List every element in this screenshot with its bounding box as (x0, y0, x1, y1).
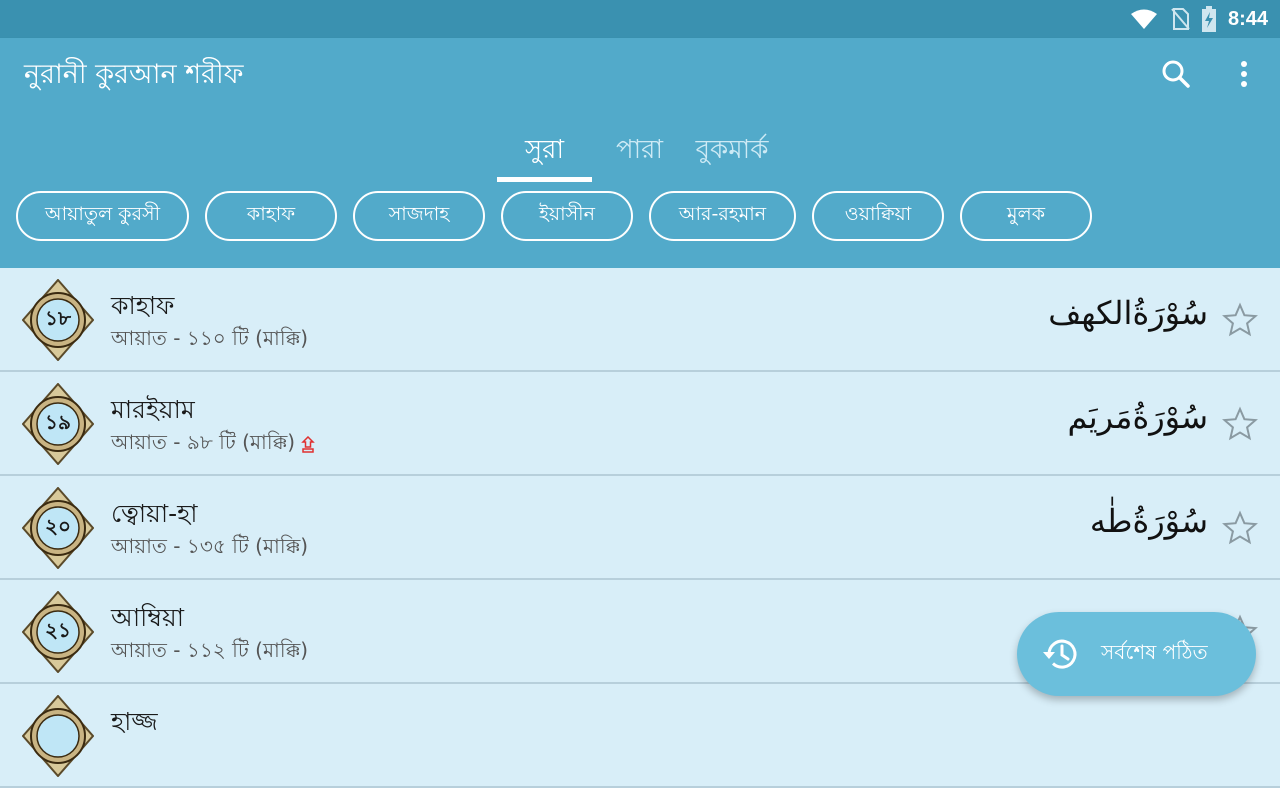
surah-number: ১৮ (45, 305, 71, 330)
status-bar: 8:44 (0, 0, 1280, 38)
tab-sura[interactable]: সুরা (497, 120, 592, 182)
surah-name: হাজ্জ (111, 707, 158, 736)
surah-number: ১৯ (45, 409, 71, 434)
app-bar: নুরানী কুরআন শরীফ সুরা পারা বুকমার্ক আয়… (0, 38, 1280, 268)
surah-name: মারইয়াম (111, 395, 195, 424)
surah-name: কাহাফ (111, 291, 175, 320)
chip-yasin[interactable]: ইয়াসীন (501, 191, 633, 241)
more-options-button[interactable] (1226, 56, 1262, 92)
surah-name: আম্বিয়া (111, 603, 185, 632)
surah-number (22, 695, 94, 777)
surah-row[interactable]: ২০ ত্বোয়া-হা আয়াত - ১৩৫ টি (মাক্কি) سُ… (0, 476, 1280, 580)
surah-number-badge: ২১ (21, 590, 95, 674)
history-icon (1043, 639, 1077, 669)
surah-arabic-name: سُوْرَةُطٰه (1089, 502, 1208, 540)
surah-arabic-name: سُوْرَةُمَريَم (1067, 398, 1208, 436)
chip-ayatul-kursi[interactable]: আয়াতুল কুরসী (16, 191, 189, 241)
surah-name: ত্বোয়া-হা (111, 499, 198, 528)
wifi-icon (1130, 9, 1157, 29)
recently-read-label: সর্বশেষ পঠিত (1101, 639, 1208, 664)
bookmark-star-icon[interactable] (1222, 302, 1258, 338)
recently-read-button[interactable]: সর্বশেষ পঠিত (1017, 612, 1256, 696)
tab-bookmark[interactable]: বুকমার্ক (687, 120, 777, 182)
bookmark-star-icon[interactable] (1222, 406, 1258, 442)
tab-bar: সুরা পারা বুকমার্ক (497, 120, 777, 182)
surah-meta: আয়াত - ৯৮ টি (মাক্কি) (111, 430, 296, 454)
quick-surah-chips: আয়াতুল কুরসী কাহাফ সাজদাহ ইয়াসীন আর-রহ… (16, 191, 1092, 241)
surah-arabic-name: سُوْرَةُالكهف (1048, 294, 1208, 332)
surah-row[interactable]: ১৯ মারইয়াম আয়াত - ৯৮ টি (মাক্কি) سُوْر… (0, 372, 1280, 476)
status-time: 8:44 (1227, 7, 1268, 30)
surah-meta: আয়াত - ১১০ টি (মাক্কি) (111, 326, 309, 350)
more-vert-icon (1241, 61, 1247, 87)
surah-number-badge: ১৮ (21, 278, 95, 362)
surah-meta: আয়াত - ১১২ টি (মাক্কি) (111, 638, 309, 662)
tab-para[interactable]: পারা (592, 120, 687, 182)
bookmark-star-icon[interactable] (1222, 510, 1258, 546)
surah-list: ১৮ কাহাফ আয়াত - ১১০ টি (মাক্কি) سُوْرَة… (0, 268, 1280, 788)
battery-charging-icon (1201, 6, 1216, 32)
chip-ar-rahman[interactable]: আর-রহমান (649, 191, 796, 241)
surah-row[interactable]: ১৮ কাহাফ আয়াত - ১১০ টি (মাক্কি) سُوْرَة… (0, 268, 1280, 372)
search-button[interactable] (1158, 56, 1194, 92)
surah-number-badge (21, 694, 95, 778)
chip-waqiah[interactable]: ওয়াক্বিয়া (812, 191, 944, 241)
surah-number-badge: ২০ (21, 486, 95, 570)
no-sim-icon (1171, 8, 1190, 30)
search-icon (1162, 60, 1190, 88)
chip-mulk[interactable]: মুলক (960, 191, 1092, 241)
chip-kahaf[interactable]: কাহাফ (205, 191, 337, 241)
app-title: নুরানী কুরআন শরীফ (24, 59, 244, 90)
surah-row[interactable]: হাজ্জ (0, 684, 1280, 788)
chip-sajdah[interactable]: সাজদাহ (353, 191, 485, 241)
surah-number: ২১ (45, 617, 71, 642)
surah-number: ২০ (44, 513, 71, 538)
surah-meta: আয়াত - ১৩৫ টি (মাক্কি) (111, 534, 309, 558)
surah-number-badge: ১৯ (21, 382, 95, 466)
sajdah-marker-icon (301, 435, 315, 453)
